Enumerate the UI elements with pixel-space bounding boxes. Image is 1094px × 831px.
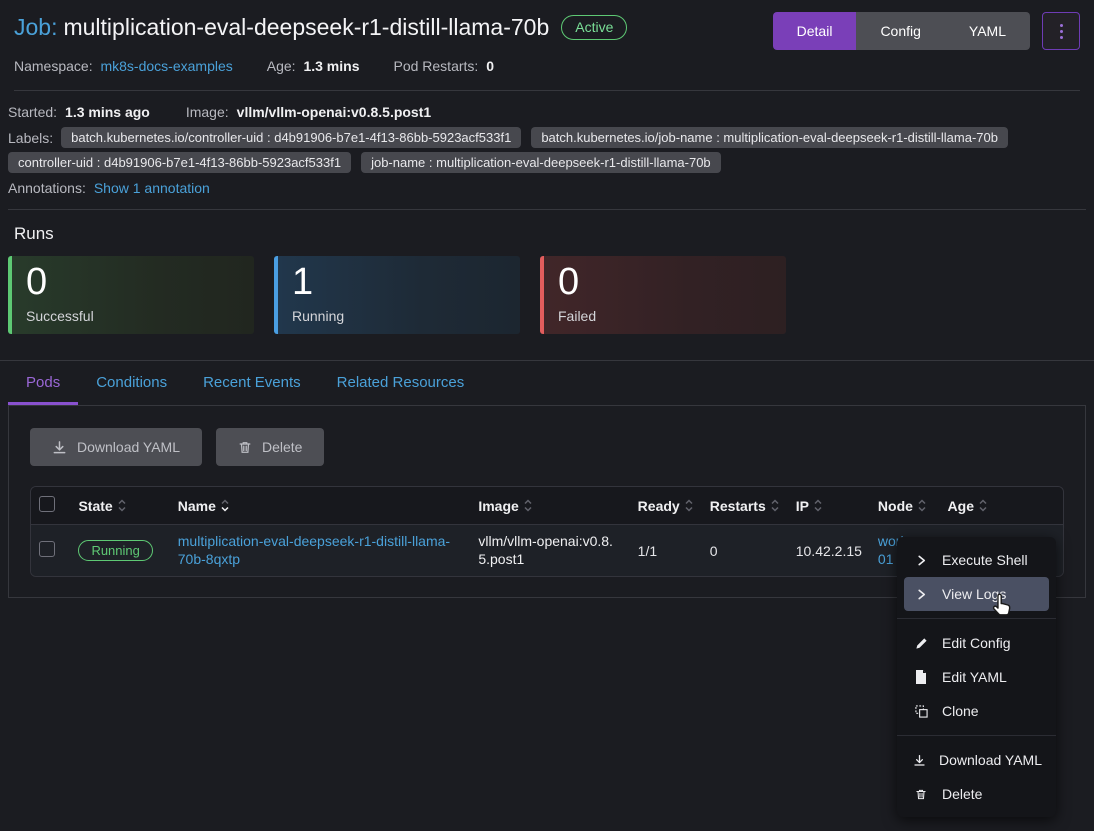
row-checkbox[interactable]: [39, 541, 55, 557]
menu-item-view-logs[interactable]: View Logs: [904, 577, 1049, 611]
column-header-restarts[interactable]: Restarts: [702, 487, 788, 525]
column-header-ip[interactable]: IP: [788, 487, 870, 525]
failed-count: 0: [558, 262, 772, 304]
pods-toolbar: Download YAML Delete: [30, 428, 1064, 466]
annotations-label: Annotations:: [8, 180, 86, 196]
label-chip: job-name : multiplication-eval-deepseek-…: [361, 152, 721, 173]
sort-icon: [978, 498, 988, 513]
image-label: Image:: [186, 104, 229, 120]
page-title: Job:multiplication-eval-deepseek-r1-dist…: [14, 14, 549, 41]
resource-tabs: Pods Conditions Recent Events Related Re…: [0, 360, 1094, 405]
sort-icon: [770, 498, 780, 513]
pod-actions-context-menu: Execute Shell View Logs Edit Config Edit…: [897, 537, 1056, 817]
menu-item-delete[interactable]: Delete: [904, 777, 1049, 811]
menu-item-execute-shell[interactable]: Execute Shell: [904, 543, 1049, 577]
started-image-row: Started: 1.3 mins ago Image: vllm/vllm-o…: [8, 104, 1086, 120]
trash-icon: [238, 440, 252, 455]
menu-item-clone[interactable]: Clone: [904, 694, 1049, 728]
job-name-title: multiplication-eval-deepseek-r1-distill-…: [63, 14, 549, 40]
chevron-right-icon: [913, 589, 929, 600]
tab-pods[interactable]: Pods: [8, 361, 78, 405]
column-header-node[interactable]: Node: [870, 487, 940, 525]
download-icon: [913, 754, 926, 767]
yaml-view-button[interactable]: YAML: [945, 12, 1030, 50]
labels-row: Labels: batch.kubernetes.io/controller-u…: [8, 125, 1086, 175]
detail-view-button[interactable]: Detail: [773, 12, 857, 50]
successful-label: Successful: [26, 308, 240, 324]
job-details: Started: 1.3 mins ago Image: vllm/vllm-o…: [0, 91, 1094, 210]
copy-icon: [913, 705, 929, 718]
view-switcher: Detail Config YAML: [773, 12, 1030, 50]
runs-cards: 0 Successful 1 Running 0 Failed: [8, 256, 1086, 334]
status-badge: Active: [561, 15, 627, 40]
running-runs-card: 1 Running: [274, 256, 520, 334]
menu-divider: [897, 735, 1056, 736]
menu-item-download-yaml[interactable]: Download YAML: [904, 743, 1049, 777]
annotations-row: Annotations: Show 1 annotation: [8, 180, 1086, 196]
age-value: 1.3 mins: [303, 58, 359, 74]
delete-button[interactable]: Delete: [216, 428, 324, 466]
tab-conditions[interactable]: Conditions: [78, 361, 185, 405]
resource-type-label: Job:: [14, 14, 57, 40]
pod-state-badge: Running: [78, 540, 152, 561]
sort-icon-active: [220, 498, 230, 513]
pod-name-link[interactable]: multiplication-eval-deepseek-r1-distill-…: [178, 533, 450, 567]
pod-restarts: 0: [702, 525, 788, 576]
pod-ready: 1/1: [630, 525, 702, 576]
trash-icon: [913, 788, 929, 801]
menu-item-edit-config[interactable]: Edit Config: [904, 626, 1049, 660]
started-value: 1.3 mins ago: [65, 104, 150, 120]
column-header-image[interactable]: Image: [470, 487, 629, 525]
pod-restarts-meta: Pod Restarts: 0: [393, 58, 494, 74]
label-chip: batch.kubernetes.io/controller-uid : d4b…: [61, 127, 521, 148]
tab-related-resources[interactable]: Related Resources: [319, 361, 483, 405]
running-count: 1: [292, 262, 506, 304]
download-icon: [52, 440, 67, 455]
file-icon: [913, 670, 929, 684]
table-header-row: State Name Image Ready Restarts IP Node …: [31, 487, 1063, 525]
started-label: Started:: [8, 104, 57, 120]
tab-recent-events[interactable]: Recent Events: [185, 361, 319, 405]
sort-icon: [117, 498, 127, 513]
pod-restarts-value: 0: [486, 58, 494, 74]
select-all-checkbox[interactable]: [39, 496, 55, 512]
header-actions-menu-button[interactable]: [1042, 12, 1080, 50]
label-chip: batch.kubernetes.io/job-name : multiplic…: [531, 127, 1008, 148]
sort-icon: [684, 498, 694, 513]
sort-icon: [813, 498, 823, 513]
image-value: vllm/vllm-openai:v0.8.5.post1: [237, 104, 432, 120]
job-detail-page: { "colors": { "accent_purple": "#7a3fb8"…: [0, 0, 1094, 831]
runs-heading: Runs: [0, 210, 1094, 244]
menu-divider: [897, 618, 1056, 619]
masthead: Job:multiplication-eval-deepseek-r1-dist…: [0, 0, 1094, 91]
age-meta: Age: 1.3 mins: [267, 58, 360, 74]
config-view-button[interactable]: Config: [856, 12, 944, 50]
column-header-age[interactable]: Age: [940, 487, 1023, 525]
sort-icon: [917, 498, 927, 513]
column-header-state[interactable]: State: [70, 487, 169, 525]
namespace-meta: Namespace: mk8s-docs-examples: [14, 58, 233, 74]
labels-label: Labels:: [8, 130, 53, 146]
failed-runs-card: 0 Failed: [540, 256, 786, 334]
pencil-icon: [913, 637, 929, 650]
successful-runs-card: 0 Successful: [8, 256, 254, 334]
sort-icon: [523, 498, 533, 513]
pod-image: vllm/vllm-openai:v0.8.5.post1: [478, 533, 613, 567]
failed-label: Failed: [558, 308, 772, 324]
column-header-name[interactable]: Name: [170, 487, 471, 525]
label-chip: controller-uid : d4b91906-b7e1-4f13-86bb…: [8, 152, 351, 173]
column-header-ready[interactable]: Ready: [630, 487, 702, 525]
menu-item-edit-yaml[interactable]: Edit YAML: [904, 660, 1049, 694]
kebab-icon: [1060, 24, 1063, 39]
running-label: Running: [292, 308, 506, 324]
download-yaml-button[interactable]: Download YAML: [30, 428, 202, 466]
job-meta-row: Namespace: mk8s-docs-examples Age: 1.3 m…: [14, 58, 1080, 74]
chevron-right-icon: [913, 555, 929, 566]
pod-ip: 10.42.2.15: [788, 525, 870, 576]
successful-count: 0: [26, 262, 240, 304]
namespace-link[interactable]: mk8s-docs-examples: [100, 58, 232, 74]
show-annotation-link[interactable]: Show 1 annotation: [94, 180, 210, 196]
